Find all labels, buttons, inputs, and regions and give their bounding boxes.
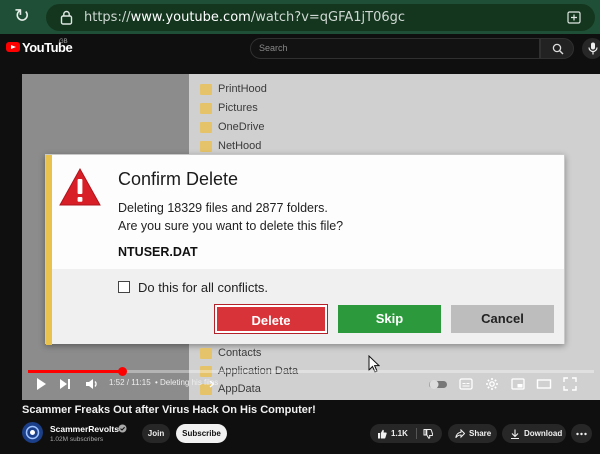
- browser-toolbar: ↻ https://www.youtube.com/watch?v=qGFA1j…: [0, 0, 600, 34]
- progress-bar[interactable]: [28, 367, 594, 376]
- search-button[interactable]: [540, 38, 574, 59]
- country-code: GB: [59, 39, 68, 45]
- dialog-filename: NTUSER.DAT: [118, 245, 198, 259]
- url-text: https://www.youtube.com/watch?v=qGFA1jT0…: [84, 10, 405, 25]
- list-item: NetHood: [200, 137, 261, 155]
- join-button[interactable]: Join: [142, 424, 170, 443]
- like-dislike-group: 1.1K: [370, 424, 442, 443]
- all-conflicts-label[interactable]: Do this for all conflicts.: [138, 280, 268, 295]
- theater-mode-icon[interactable]: [536, 376, 552, 392]
- channel-name[interactable]: ScammerRevolts: [50, 424, 119, 434]
- folder-name: PrintHood: [218, 83, 267, 95]
- like-count[interactable]: 1.1K: [391, 424, 408, 443]
- dialog-message-line1: Deleting 18329 files and 2877 folders.: [118, 201, 328, 215]
- video-title: Scammer Freaks Out after Virus Hack On H…: [22, 404, 316, 416]
- folder-icon: [200, 140, 212, 152]
- progress-played: [28, 370, 122, 373]
- confirm-delete-dialog: Confirm Delete Deleting 18329 files and …: [45, 154, 565, 373]
- list-item: Contacts: [200, 345, 261, 361]
- microphone-icon: [587, 42, 598, 55]
- volume-icon[interactable]: [84, 376, 100, 392]
- folder-icon: [200, 102, 212, 114]
- search-input[interactable]: Search: [250, 38, 540, 59]
- lock-icon: [60, 10, 73, 25]
- download-button[interactable]: Download: [502, 424, 566, 443]
- download-icon: [511, 429, 519, 439]
- download-label: Download: [524, 429, 563, 438]
- search-icon: [552, 43, 564, 55]
- delete-button[interactable]: Delete: [214, 304, 328, 334]
- folder-name: NetHood: [218, 140, 262, 152]
- all-conflicts-checkbox[interactable]: [118, 281, 130, 293]
- folder-icon: [200, 83, 212, 95]
- channel-avatar[interactable]: [22, 422, 43, 443]
- verified-badge-icon: [118, 424, 127, 433]
- subscribe-button[interactable]: Subscribe: [176, 424, 227, 443]
- more-actions-button[interactable]: [571, 424, 592, 443]
- share-button[interactable]: Share: [448, 424, 497, 443]
- subscriber-count: 1.02M subscribers: [50, 436, 104, 443]
- play-icon[interactable]: [34, 376, 48, 392]
- folder-icon: [200, 347, 212, 359]
- more-horizontal-icon: [576, 432, 587, 436]
- url-prefix: https://: [84, 10, 131, 25]
- divider: [416, 428, 417, 439]
- cancel-button[interactable]: Cancel: [451, 305, 554, 333]
- time-display: 1:52 / 11:15: [109, 378, 151, 387]
- folder-name: Contacts: [218, 347, 262, 359]
- warning-icon: [59, 167, 101, 206]
- address-bar[interactable]: https://www.youtube.com/watch?v=qGFA1jT0…: [46, 4, 595, 31]
- skip-button[interactable]: Skip: [338, 305, 441, 333]
- autoplay-toggle-icon[interactable]: [428, 376, 448, 392]
- miniplayer-icon[interactable]: [511, 376, 525, 392]
- thumbs-up-icon[interactable]: [377, 429, 387, 439]
- channel-logo-icon: [22, 422, 43, 443]
- folder-name: OneDrive: [218, 121, 265, 133]
- voice-search-button[interactable]: [582, 38, 600, 59]
- url-host: www.youtube.com: [130, 10, 251, 25]
- youtube-header: YouTube GB Search: [0, 34, 600, 64]
- folder-name: Pictures: [218, 102, 258, 114]
- search-placeholder: Search: [259, 43, 288, 53]
- thumbs-down-icon[interactable]: [423, 429, 433, 439]
- list-item: PrintHood: [200, 80, 267, 98]
- list-item: OneDrive: [200, 118, 264, 136]
- fullscreen-icon[interactable]: [563, 376, 577, 392]
- youtube-logo-icon[interactable]: [6, 42, 20, 52]
- player-controls: 1:52 / 11:15 • Deleting his files: [22, 374, 600, 394]
- share-icon: [455, 429, 465, 439]
- share-label: Share: [469, 429, 492, 438]
- chevron-right-icon[interactable]: [208, 376, 216, 392]
- video-player[interactable]: PrintHood Pictures OneDrive NetHood Conf…: [22, 74, 600, 400]
- folder-icon: [200, 121, 212, 133]
- subtitles-icon[interactable]: [459, 376, 473, 392]
- reload-icon[interactable]: ↻: [11, 6, 33, 28]
- list-item: Pictures: [200, 99, 258, 117]
- next-icon[interactable]: [58, 376, 72, 392]
- dialog-title: Confirm Delete: [118, 169, 239, 189]
- app-available-icon[interactable]: [567, 11, 581, 24]
- url-path: /watch?v=qGFA1jT06gc: [250, 10, 406, 25]
- settings-gear-icon[interactable]: [485, 376, 499, 392]
- dialog-message-line2: Are you sure you want to delete this fil…: [118, 219, 344, 233]
